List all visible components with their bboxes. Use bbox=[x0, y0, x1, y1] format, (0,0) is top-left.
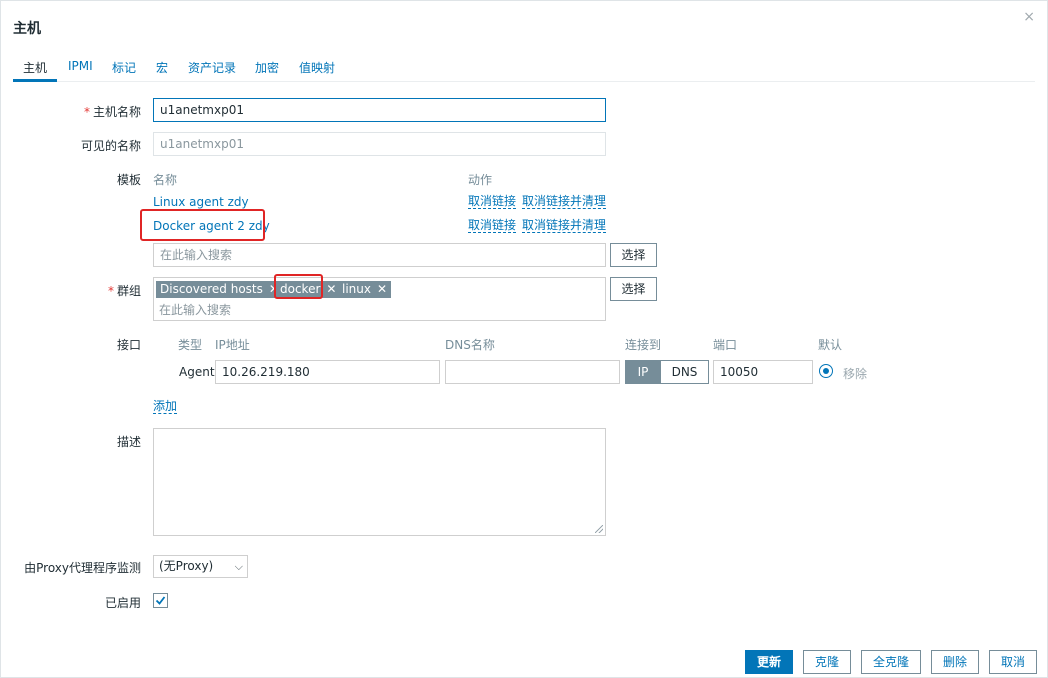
tab-macros[interactable]: 宏 bbox=[156, 59, 168, 76]
full-clone-button[interactable]: 全克隆 bbox=[861, 650, 921, 674]
group-search-placeholder[interactable]: 在此输入搜索 bbox=[159, 301, 231, 318]
delete-button[interactable]: 删除 bbox=[931, 650, 979, 674]
iface-dns-header: DNS名称 bbox=[445, 338, 495, 352]
connect-dns-toggle[interactable]: DNS bbox=[660, 360, 709, 384]
templates-label: 模板 bbox=[116, 173, 141, 187]
enabled-label: 已启用 bbox=[104, 596, 141, 610]
iface-port-input[interactable]: 10050 bbox=[713, 360, 813, 384]
tab-inventory[interactable]: 资产记录 bbox=[188, 59, 236, 76]
proxy-select[interactable]: (无Proxy) ⌵ bbox=[153, 555, 248, 578]
highlight-box-template bbox=[140, 209, 265, 241]
proxy-label: 由Proxy代理程序监测 bbox=[24, 561, 141, 575]
active-tab-indicator bbox=[13, 79, 57, 82]
tab-value-mapping[interactable]: 值映射 bbox=[299, 59, 335, 76]
tab-host[interactable]: 主机 bbox=[23, 59, 47, 76]
group-tag-discovered-hosts: Discovered hosts ✕ bbox=[156, 281, 283, 298]
chevron-down-icon: ⌵ bbox=[234, 560, 243, 573]
tab-ipmi[interactable]: IPMI bbox=[68, 59, 93, 73]
cancel-button[interactable]: 取消 bbox=[989, 650, 1037, 674]
unlink-clear-docker-agent[interactable]: 取消链接并清理 bbox=[522, 219, 607, 233]
groups-multiselect[interactable]: Discovered hosts ✕ docker ✕ linux ✕ 在此输入搜索 bbox=[153, 277, 606, 321]
host-dialog: 主机 × 主机 IPMI 标记 宏 资产记录 加密 值映射 * 主机名称 u1an… bbox=[0, 0, 1048, 678]
template-select-button[interactable]: 选择 bbox=[610, 243, 657, 267]
templates-name-header: 名称 bbox=[153, 173, 178, 187]
iface-ip-input[interactable]: 10.26.219.180 bbox=[215, 360, 440, 384]
clone-button[interactable]: 克隆 bbox=[803, 650, 851, 674]
unlink-linux-agent[interactable]: 取消链接 bbox=[468, 195, 517, 209]
dialog-title: 主机 bbox=[13, 21, 41, 37]
enabled-checkbox[interactable] bbox=[153, 593, 168, 608]
description-textarea[interactable] bbox=[153, 428, 606, 536]
description-label: 描述 bbox=[116, 435, 141, 449]
interfaces-label: 接口 bbox=[116, 338, 141, 352]
hostname-input[interactable]: u1anetmxp01 bbox=[153, 98, 606, 122]
iface-default-header: 默认 bbox=[818, 338, 843, 352]
update-button[interactable]: 更新 bbox=[745, 650, 793, 674]
tab-encryption[interactable]: 加密 bbox=[255, 59, 279, 76]
template-search-input[interactable]: 在此输入搜索 bbox=[153, 243, 606, 267]
groups-label: * 群组 bbox=[107, 284, 141, 298]
iface-type-header: 类型 bbox=[178, 338, 203, 352]
unlink-docker-agent[interactable]: 取消链接 bbox=[468, 219, 517, 233]
iface-dns-input[interactable] bbox=[445, 360, 620, 384]
remove-tag-icon[interactable]: ✕ bbox=[377, 282, 387, 296]
iface-connect-header: 连接到 bbox=[625, 338, 662, 352]
close-icon[interactable]: × bbox=[1023, 9, 1035, 25]
iface-type-agent: Agent bbox=[179, 365, 215, 379]
visible-name-label: 可见的名称 bbox=[80, 139, 141, 153]
check-icon bbox=[155, 596, 166, 605]
iface-remove-link[interactable]: 移除 bbox=[843, 365, 867, 382]
connect-ip-toggle[interactable]: IP bbox=[625, 360, 661, 384]
templates-action-header: 动作 bbox=[468, 173, 493, 187]
default-interface-radio[interactable] bbox=[819, 364, 833, 378]
group-select-button[interactable]: 选择 bbox=[610, 277, 657, 301]
tab-tags[interactable]: 标记 bbox=[112, 59, 136, 76]
highlight-box-docker-group bbox=[274, 274, 323, 299]
group-tag-linux: linux ✕ bbox=[338, 281, 392, 298]
visible-name-input[interactable]: u1anetmxp01 bbox=[153, 132, 606, 156]
add-interface-link[interactable]: 添加 bbox=[153, 400, 178, 414]
tab-bar: 主机 IPMI 标记 宏 资产记录 加密 值映射 bbox=[13, 57, 1035, 82]
template-link-linux-agent[interactable]: Linux agent zdy bbox=[153, 195, 249, 209]
resize-handle-icon[interactable] bbox=[595, 525, 603, 533]
remove-tag-icon[interactable]: ✕ bbox=[326, 282, 336, 296]
iface-ip-header: IP地址 bbox=[215, 338, 250, 352]
iface-port-header: 端口 bbox=[713, 338, 738, 352]
unlink-clear-linux-agent[interactable]: 取消链接并清理 bbox=[522, 195, 607, 209]
hostname-label: * 主机名称 bbox=[83, 105, 141, 119]
